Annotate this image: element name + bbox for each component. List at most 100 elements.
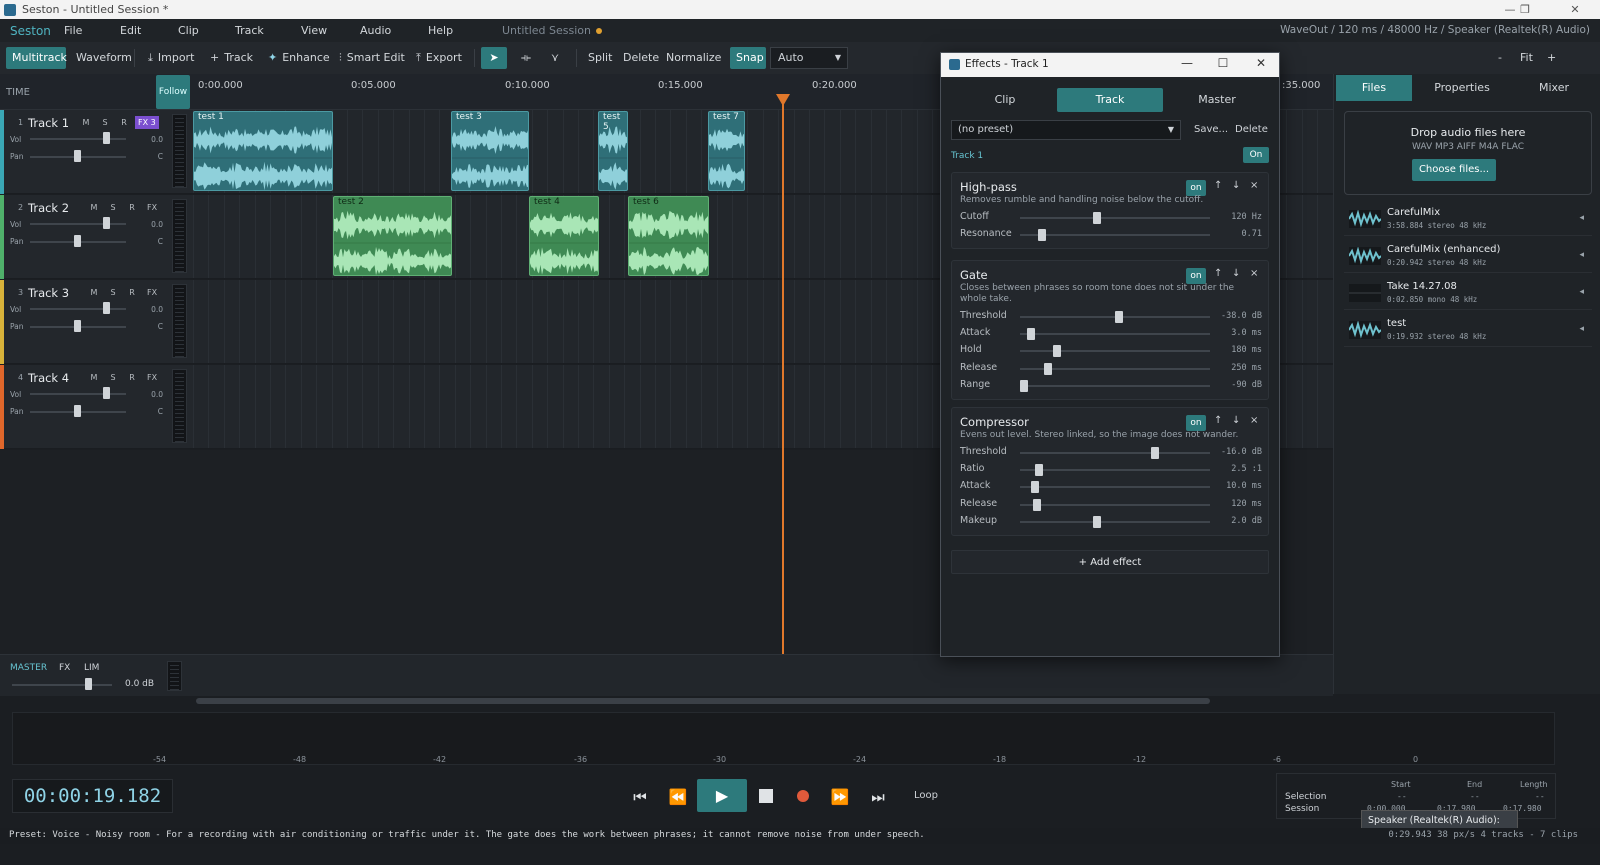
normalize-button[interactable]: Normalize <box>660 47 727 69</box>
audio-clip[interactable]: test 3 <box>451 111 529 191</box>
audio-clip[interactable]: test 6 <box>628 196 709 276</box>
parameter-knob[interactable] <box>1115 311 1123 323</box>
track-fx-button[interactable]: FX 3 <box>135 116 159 129</box>
solo-button[interactable]: S <box>98 116 112 129</box>
select-tool-icon[interactable]: ➤ <box>481 47 507 69</box>
restore-icon[interactable]: ❐ <box>1510 0 1540 19</box>
menu-view[interactable]: View <box>301 24 327 37</box>
move-down-icon[interactable]: ↓ <box>1232 180 1240 191</box>
snap-mode-select[interactable]: Auto ▼ <box>770 47 848 69</box>
split-tool-icon[interactable]: ⋎ <box>542 47 568 69</box>
zoom-out-button[interactable]: - <box>1492 47 1508 69</box>
parameter-knob[interactable] <box>1151 447 1159 459</box>
effect-on-toggle[interactable]: on <box>1186 180 1206 196</box>
add-track-button[interactable]: + Track <box>204 47 259 69</box>
file-drop-zone[interactable]: Drop audio files here WAV MP3 AIFF M4A F… <box>1344 111 1592 195</box>
volume-knob[interactable] <box>103 132 110 144</box>
record-icon[interactable] <box>797 790 809 802</box>
mute-button[interactable]: M <box>79 116 93 129</box>
solo-button[interactable]: S <box>106 286 120 299</box>
follow-toggle[interactable]: Follow <box>156 75 190 109</box>
pan-knob[interactable] <box>74 320 81 332</box>
tab-properties[interactable]: Properties <box>1418 75 1506 101</box>
audio-clip[interactable]: test 2 <box>333 196 452 276</box>
parameter-slider[interactable] <box>1020 486 1210 489</box>
chain-on-toggle[interactable]: On <box>1243 147 1269 163</box>
parameter-slider[interactable] <box>1020 333 1210 336</box>
effect-on-toggle[interactable]: on <box>1186 268 1206 284</box>
save-preset-button[interactable]: Save... <box>1194 124 1228 135</box>
file-list-item[interactable]: Take 14.27.08 0:02.850 mono 48 kHz ◂ <box>1344 278 1592 310</box>
volume-slider[interactable] <box>30 223 126 225</box>
add-effect-button[interactable]: + Add effect <box>951 550 1269 574</box>
pan-knob[interactable] <box>74 235 81 247</box>
app-brand[interactable]: Seston <box>10 24 66 38</box>
effects-dialog-titlebar[interactable]: Effects - Track 1 — ☐ ✕ <box>941 53 1279 77</box>
record-arm-button[interactable]: R <box>125 201 139 214</box>
remove-effect-icon[interactable]: × <box>1250 180 1258 191</box>
skip-end-icon[interactable]: ⏭ <box>865 784 891 810</box>
track-name[interactable]: Track 3 <box>28 286 69 300</box>
parameter-slider[interactable] <box>1020 469 1210 472</box>
file-list-item[interactable]: test 0:19.932 stereo 48 kHz ◂ <box>1344 315 1592 347</box>
mute-button[interactable]: M <box>87 286 101 299</box>
skip-start-icon[interactable]: ⏮ <box>627 784 653 810</box>
waveform-button[interactable]: Waveform <box>70 47 138 69</box>
record-arm-button[interactable]: R <box>125 286 139 299</box>
track-header[interactable]: 1 Track 1 M S R FX 3 Vol 0.0 Pan C <box>0 110 193 194</box>
remove-effect-icon[interactable]: × <box>1250 268 1258 279</box>
parameter-knob[interactable] <box>1031 481 1039 494</box>
zoom-fit-button[interactable]: Fit <box>1514 47 1539 69</box>
effect-on-toggle[interactable]: on <box>1186 415 1206 431</box>
delete-preset-button[interactable]: Delete <box>1235 124 1268 135</box>
play-icon[interactable]: ▶ <box>697 779 747 812</box>
parameter-slider[interactable] <box>1020 520 1210 523</box>
parameter-slider[interactable] <box>1020 217 1210 219</box>
track-fx-button[interactable]: FX <box>144 371 160 384</box>
track-name[interactable]: Track 4 <box>28 371 69 385</box>
close-icon[interactable]: ✕ <box>1251 56 1271 70</box>
file-list-item[interactable]: CarefulMix 3:58.884 stereo 48 kHz ◂ <box>1344 204 1592 236</box>
horizontal-scrollbar[interactable] <box>196 698 1210 704</box>
volume-knob[interactable] <box>103 217 110 229</box>
preset-select[interactable]: (no preset) ▼ <box>951 120 1181 140</box>
insert-arrow-icon[interactable]: ◂ <box>1579 213 1584 223</box>
import-button[interactable]: ⤓ Import <box>142 47 200 69</box>
volume-knob[interactable] <box>103 302 110 314</box>
minimize-icon[interactable]: — <box>1177 56 1197 70</box>
rewind-icon[interactable]: ⏪ <box>665 784 691 810</box>
parameter-knob[interactable] <box>1093 515 1101 528</box>
parameter-knob[interactable] <box>1035 464 1043 477</box>
parameter-knob[interactable] <box>1033 498 1041 511</box>
solo-button[interactable]: S <box>106 201 120 214</box>
menu-audio[interactable]: Audio <box>360 24 391 37</box>
track-fx-button[interactable]: FX <box>144 201 160 214</box>
close-icon[interactable]: ✕ <box>1555 0 1595 19</box>
menu-clip[interactable]: Clip <box>178 24 199 37</box>
track-fx-button[interactable]: FX <box>144 286 160 299</box>
parameter-knob[interactable] <box>1044 362 1052 375</box>
stop-icon[interactable] <box>759 789 773 803</box>
move-down-icon[interactable]: ↓ <box>1232 415 1240 426</box>
parameter-knob[interactable] <box>1053 345 1061 358</box>
playhead[interactable] <box>782 94 784 654</box>
enhance-button[interactable]: ✦ Enhance <box>262 47 336 69</box>
insert-arrow-icon[interactable]: ◂ <box>1579 250 1584 260</box>
choose-files-button[interactable]: Choose files... <box>1412 159 1496 181</box>
master-fx-button[interactable]: FX <box>59 663 70 673</box>
fast-forward-icon[interactable]: ⏩ <box>827 784 853 810</box>
mute-button[interactable]: M <box>87 371 101 384</box>
parameter-slider[interactable] <box>1020 234 1210 237</box>
delete-button[interactable]: Delete <box>617 47 665 69</box>
move-down-icon[interactable]: ↓ <box>1232 268 1240 279</box>
menu-help[interactable]: Help <box>428 24 453 37</box>
zoom-in-button[interactable]: + <box>1541 47 1562 69</box>
volume-slider[interactable] <box>30 308 126 310</box>
parameter-knob[interactable] <box>1020 379 1028 392</box>
tab-mixer[interactable]: Mixer <box>1510 75 1598 101</box>
split-button[interactable]: Split <box>582 47 618 69</box>
menu-edit[interactable]: Edit <box>120 24 141 37</box>
track-header[interactable]: 4 Track 4 M S R FX Vol 0.0 Pan C <box>0 365 193 449</box>
multitrack-button[interactable]: Multitrack <box>6 47 67 69</box>
export-button[interactable]: ⤒ Export <box>410 47 468 69</box>
